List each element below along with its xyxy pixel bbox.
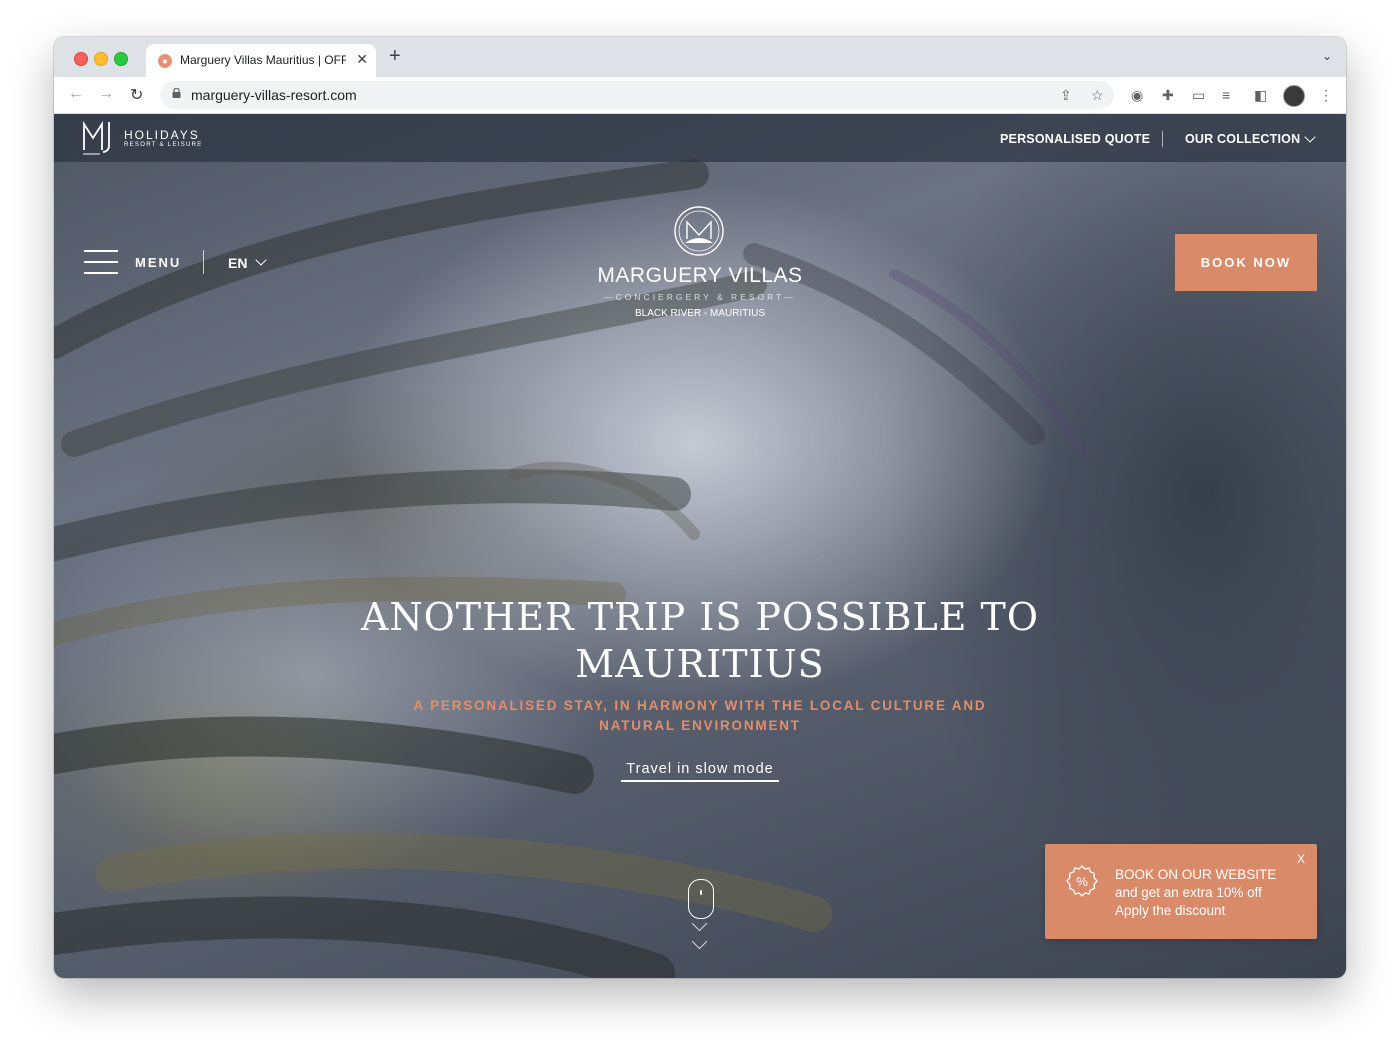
new-tab-button[interactable]: + <box>389 45 401 68</box>
logo-holidays-text: HOLIDAYS <box>124 128 200 142</box>
lock-icon <box>172 88 181 98</box>
hamburger-menu-icon[interactable] <box>84 250 118 274</box>
browser-window: ● Marguery Villas Mauritius | OFF ✕ + ⌄ … <box>54 37 1346 978</box>
our-collection-link[interactable]: OUR COLLECTION <box>1185 132 1300 146</box>
svg-text:%: % <box>1076 874 1088 889</box>
minimize-window-button[interactable] <box>94 52 108 66</box>
tab-close-icon[interactable]: ✕ <box>356 51 368 68</box>
brand-tagline: —CONCIERGERY & RESORT— <box>604 292 796 302</box>
hero-subtitle: A PERSONALISED STAY, IN HARMONY WITH THE… <box>413 698 987 733</box>
more-menu-icon[interactable]: ⋮ <box>1319 87 1333 104</box>
brand-name: MARGUERY VILLAS <box>597 264 803 287</box>
bookmark-star-icon[interactable]: ☆ <box>1091 87 1104 104</box>
forward-arrow-icon[interactable]: → <box>98 85 114 103</box>
discount-promo-popup[interactable]: % BOOK ON OUR WEBSITE and get an extra 1… <box>1045 844 1317 939</box>
brand-location: BLACK RIVER - MAURITIUS <box>634 308 766 319</box>
browser-tab[interactable]: ● Marguery Villas Mauritius | OFF ✕ <box>146 44 376 77</box>
close-window-button[interactable] <box>74 52 88 66</box>
url-text: marguery-villas-resort.com <box>191 87 357 103</box>
language-divider <box>203 250 204 274</box>
promo-title: BOOK ON OUR WEBSITE <box>1115 867 1277 882</box>
address-bar[interactable]: marguery-villas-resort.com ⇪ ☆ <box>160 81 1114 109</box>
share-icon[interactable]: ⇪ <box>1060 87 1072 104</box>
logo-subtitle-text: RESORT & LEISURE <box>124 142 203 148</box>
nav-divider <box>1162 131 1163 147</box>
browser-toolbar: ← → ↻ marguery-villas-resort.com ⇪ ☆ ◉ ✚… <box>54 77 1346 114</box>
site-favicon-icon: ● <box>158 54 172 68</box>
scroll-mouse-icon[interactable] <box>688 879 714 919</box>
mj-holidays-logo[interactable] <box>82 120 118 156</box>
profile-avatar[interactable] <box>1283 85 1305 107</box>
extension-icon[interactable]: ◉ <box>1131 87 1143 104</box>
media-icon[interactable]: ≡ <box>1222 87 1230 103</box>
personalised-quote-link[interactable]: PERSONALISED QUOTE <box>1000 132 1150 146</box>
puzzle-icon[interactable]: ✚ <box>1162 87 1174 104</box>
language-selector[interactable]: EN <box>228 255 247 271</box>
hero-title: ANOTHER TRIP IS POSSIBLE TO MAURITIUS <box>360 595 1040 686</box>
maximize-window-button[interactable] <box>114 52 128 66</box>
menu-label[interactable]: MENU <box>135 255 181 270</box>
side-panel-icon[interactable]: ◧ <box>1254 87 1267 104</box>
promo-description: and get an extra 10% off <box>1115 885 1262 900</box>
back-arrow-icon[interactable]: ← <box>68 85 84 103</box>
apply-discount-link[interactable]: Apply the discount <box>1115 903 1225 918</box>
tab-title: Marguery Villas Mauritius | OFF <box>180 53 346 67</box>
tab-search-chevron-icon[interactable]: ⌄ <box>1322 49 1332 63</box>
cast-icon[interactable]: ▭ <box>1192 87 1205 104</box>
tab-strip: ● Marguery Villas Mauritius | OFF ✕ + ⌄ <box>54 37 1346 77</box>
chevron-down-icon[interactable] <box>1304 131 1316 143</box>
discount-badge-icon: % <box>1066 865 1098 897</box>
travel-slow-mode-link[interactable]: Travel in slow mode <box>621 761 779 782</box>
book-now-button[interactable]: BOOK NOW <box>1175 234 1317 291</box>
promo-close-button[interactable]: X <box>1297 852 1305 866</box>
web-page: HOLIDAYS RESORT & LEISURE PERSONALISED Q… <box>54 114 1346 978</box>
reload-icon[interactable]: ↻ <box>130 85 143 105</box>
site-top-bar: HOLIDAYS RESORT & LEISURE PERSONALISED Q… <box>54 114 1346 162</box>
marguery-emblem-logo[interactable] <box>673 205 725 257</box>
